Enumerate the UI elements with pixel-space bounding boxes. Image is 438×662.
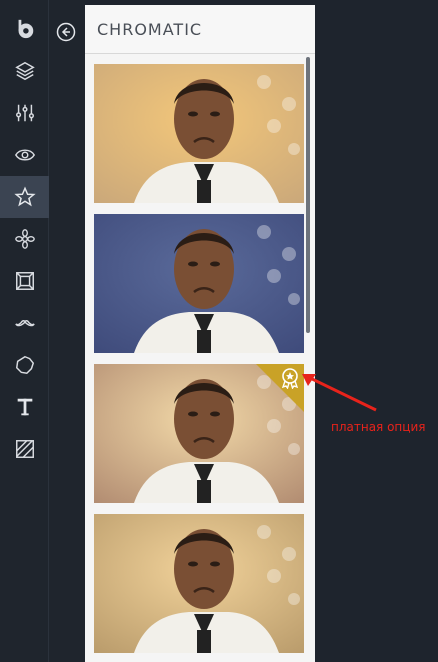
sticker-shape-icon[interactable]: [0, 344, 49, 386]
eye-icon[interactable]: [0, 134, 49, 176]
mustache-icon[interactable]: [0, 302, 49, 344]
filter-panel: CHROMATIC: [85, 5, 315, 662]
filter-thumbnail[interactable]: [94, 364, 304, 503]
annotation-note: платная опция: [331, 420, 426, 434]
annotation-arrow: [302, 374, 377, 412]
layers-icon[interactable]: [0, 50, 49, 92]
text-icon[interactable]: [0, 386, 49, 428]
filter-thumbnail[interactable]: [94, 214, 304, 353]
tool-rail: [0, 0, 49, 662]
scrollbar[interactable]: [306, 57, 310, 333]
flower-icon[interactable]: [0, 218, 49, 260]
texture-icon[interactable]: [0, 428, 49, 470]
portrait-photo: [94, 514, 304, 653]
portrait-photo: [94, 214, 304, 353]
premium-badge-icon: [281, 368, 299, 389]
filter-thumbnail[interactable]: [94, 514, 304, 653]
filter-thumbnail[interactable]: [94, 64, 304, 203]
app-logo-icon[interactable]: [0, 8, 49, 50]
star-icon[interactable]: [0, 176, 49, 218]
portrait-photo: [94, 64, 304, 203]
panel-header: CHROMATIC: [85, 5, 315, 54]
back-column: [49, 0, 85, 662]
frame-icon[interactable]: [0, 260, 49, 302]
back-arrow-icon[interactable]: [56, 22, 76, 42]
adjustments-icon[interactable]: [0, 92, 49, 134]
panel-title: CHROMATIC: [97, 19, 203, 39]
